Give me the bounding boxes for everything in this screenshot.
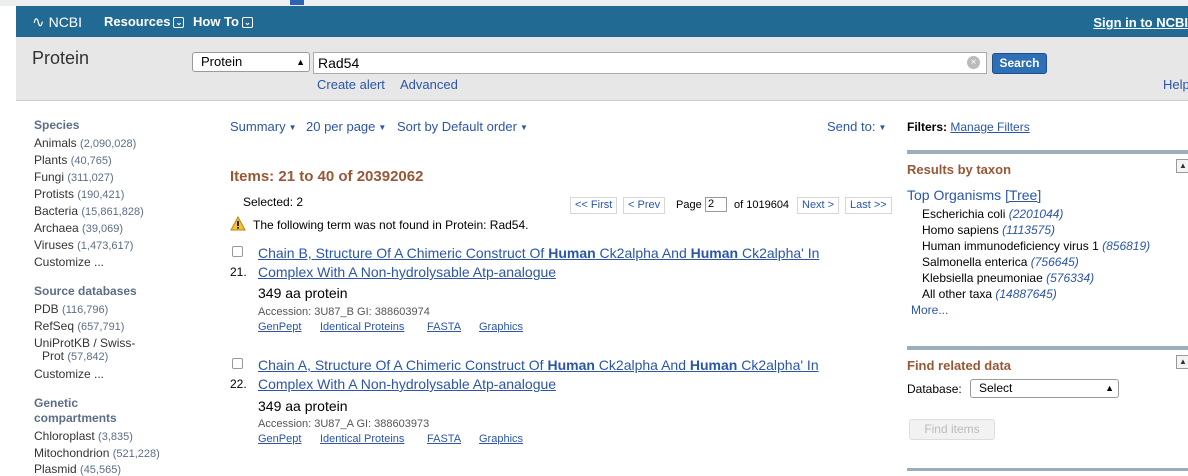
ncbi-logo-icon: ∿ [32,14,45,31]
organism-item[interactable]: Human immunodeficiency virus 1 (856819) [922,239,1150,253]
top-organisms-heading[interactable]: Top Organisms [Tree] [907,187,1041,203]
summary-format-menu[interactable]: Summary ▼ [230,119,297,134]
identical-proteins-link[interactable]: Identical Proteins [320,321,404,333]
species-item[interactable]: Animals (2,090,028) [34,136,136,150]
genetic-item[interactable]: Chloroplast (3,835) [34,429,133,443]
result-number: 21. [230,265,247,279]
tree-link[interactable]: [Tree] [1005,187,1041,203]
warning-icon [230,216,246,231]
send-to-menu[interactable]: Send to: ▼ [827,119,886,134]
warning-message: The following term was not found in Prot… [253,218,529,232]
find-related-data-title: Find related data [907,358,1012,373]
identical-proteins-link[interactable]: Identical Proteins [320,433,404,445]
database-select[interactable]: Protein ▲ [192,52,310,72]
customize-sources-link[interactable]: Customize ... [34,367,104,381]
result-checkbox[interactable] [232,358,243,369]
genetic-item[interactable]: Plasmid (45,565) [34,462,121,476]
pager-next[interactable]: Next > [797,197,840,214]
species-item[interactable]: Fungi (311,027) [34,170,114,184]
help-link[interactable]: Help [1163,77,1188,92]
result-title-link[interactable]: Chain A, Structure Of A Chimeric Constru… [258,356,858,394]
chevron-down-icon: ⌄ [241,17,253,28]
related-database-select[interactable]: Select ▲ [970,379,1119,398]
organism-item[interactable]: Escherichia coli (2201044) [922,207,1063,221]
result-number: 22. [230,377,247,391]
pager-first[interactable]: << First [570,197,618,214]
signin-link[interactable]: Sign in to NCBI [1093,15,1188,30]
advanced-link[interactable]: Advanced [400,77,458,92]
graphics-link[interactable]: Graphics [479,433,523,445]
source-item[interactable]: RefSeq (657,791) [34,319,124,333]
result-description: 349 aa protein [258,398,348,414]
section-divider [907,468,1188,471]
result-checkbox[interactable] [232,246,243,257]
filters-row: Filters: Manage Filters [907,120,1030,134]
collapse-icon[interactable]: ▲ [1176,355,1188,369]
find-items-button[interactable]: Find items [909,419,995,440]
customize-species-link[interactable]: Customize ... [34,255,104,269]
resources-menu[interactable]: Resources ⌄ [104,14,185,29]
section-divider [907,150,1188,154]
manage-filters-link[interactable]: Manage Filters [950,120,1029,134]
result-title-link[interactable]: Chain B, Structure Of A Chimeric Constru… [258,244,858,282]
select-arrows-icon: ▲ [1105,383,1114,393]
search-input[interactable]: Rad54 × [313,52,987,74]
source-item[interactable]: PDB (116,796) [34,302,108,316]
search-button[interactable]: Search [992,53,1047,74]
select-arrows-icon: ▲ [296,57,305,67]
dropdown-arrow-icon: ▼ [378,123,387,132]
result-accession: Accession: 3U87_A GI: 388603973 [258,418,430,430]
ncbi-logo[interactable]: ∿ NCBI [32,13,82,31]
genetic-item[interactable]: Mitochondrion (521,228) [34,446,160,460]
howto-menu[interactable]: How To ⌄ [193,14,253,29]
items-count-title: Items: 21 to 40 of 20392062 [230,168,424,185]
sort-menu[interactable]: Sort by Default order ▼ [397,119,528,134]
database-title: Protein [32,48,90,68]
page-label: Page [676,199,702,211]
result-description: 349 aa protein [258,285,348,301]
source-item[interactable]: Prot (57,842) [42,349,108,363]
genpept-link[interactable]: GenPept [258,321,301,333]
species-item[interactable]: Protists (190,421) [34,187,124,201]
chevron-down-icon: ⌄ [173,17,185,28]
ncbi-header-bar: ∿ NCBI Resources ⌄ How To ⌄ Sign in to NCBI [16,6,1188,37]
species-title: Species [34,118,80,132]
organism-item[interactable]: Klebsiella pneumoniae (576334) [922,271,1094,285]
species-item[interactable]: Bacteria (15,861,828) [34,204,144,218]
genetic-compartments-title: Genetic [34,396,79,410]
selected-count[interactable]: Selected: 2 [243,195,303,209]
fasta-link[interactable]: FASTA [427,433,461,445]
clear-icon[interactable]: × [967,56,980,69]
species-item[interactable]: Plants (40,765) [34,153,112,167]
species-item[interactable]: Archaea (39,069) [34,221,123,235]
page-number-input[interactable]: 2 [705,197,727,212]
database-label: Database: [907,382,962,396]
organism-item[interactable]: Salmonella enterica (756645) [922,255,1079,269]
more-organisms-link[interactable]: More... [911,303,948,317]
tab-indicator [290,0,304,5]
source-item[interactable]: UniProtKB / Swiss- [34,336,135,350]
per-page-menu[interactable]: 20 per page ▼ [306,119,386,134]
organism-item[interactable]: Homo sapiens (1113575) [922,223,1055,237]
graphics-link[interactable]: Graphics [479,321,523,333]
organism-item[interactable]: All other taxa (14887645) [922,287,1057,301]
dropdown-arrow-icon: ▼ [878,123,887,132]
species-item[interactable]: Viruses (1,473,617) [34,238,133,252]
source-databases-title: Source databases [34,284,137,298]
pager-prev[interactable]: < Prev [623,197,666,214]
collapse-icon[interactable]: ▲ [1176,159,1188,173]
pager-last[interactable]: Last >> [845,197,892,214]
result-accession: Accession: 3U87_B GI: 388603974 [258,306,430,318]
genpept-link[interactable]: GenPept [258,433,301,445]
create-alert-link[interactable]: Create alert [317,77,385,92]
fasta-link[interactable]: FASTA [427,321,461,333]
genetic-compartments-title: compartments [34,411,117,425]
results-by-taxon-title: Results by taxon [907,162,1012,177]
page-total: of 1019604 [734,199,790,211]
dropdown-arrow-icon: ▼ [288,123,297,132]
section-divider [907,346,1188,350]
dropdown-arrow-icon: ▼ [519,123,528,132]
